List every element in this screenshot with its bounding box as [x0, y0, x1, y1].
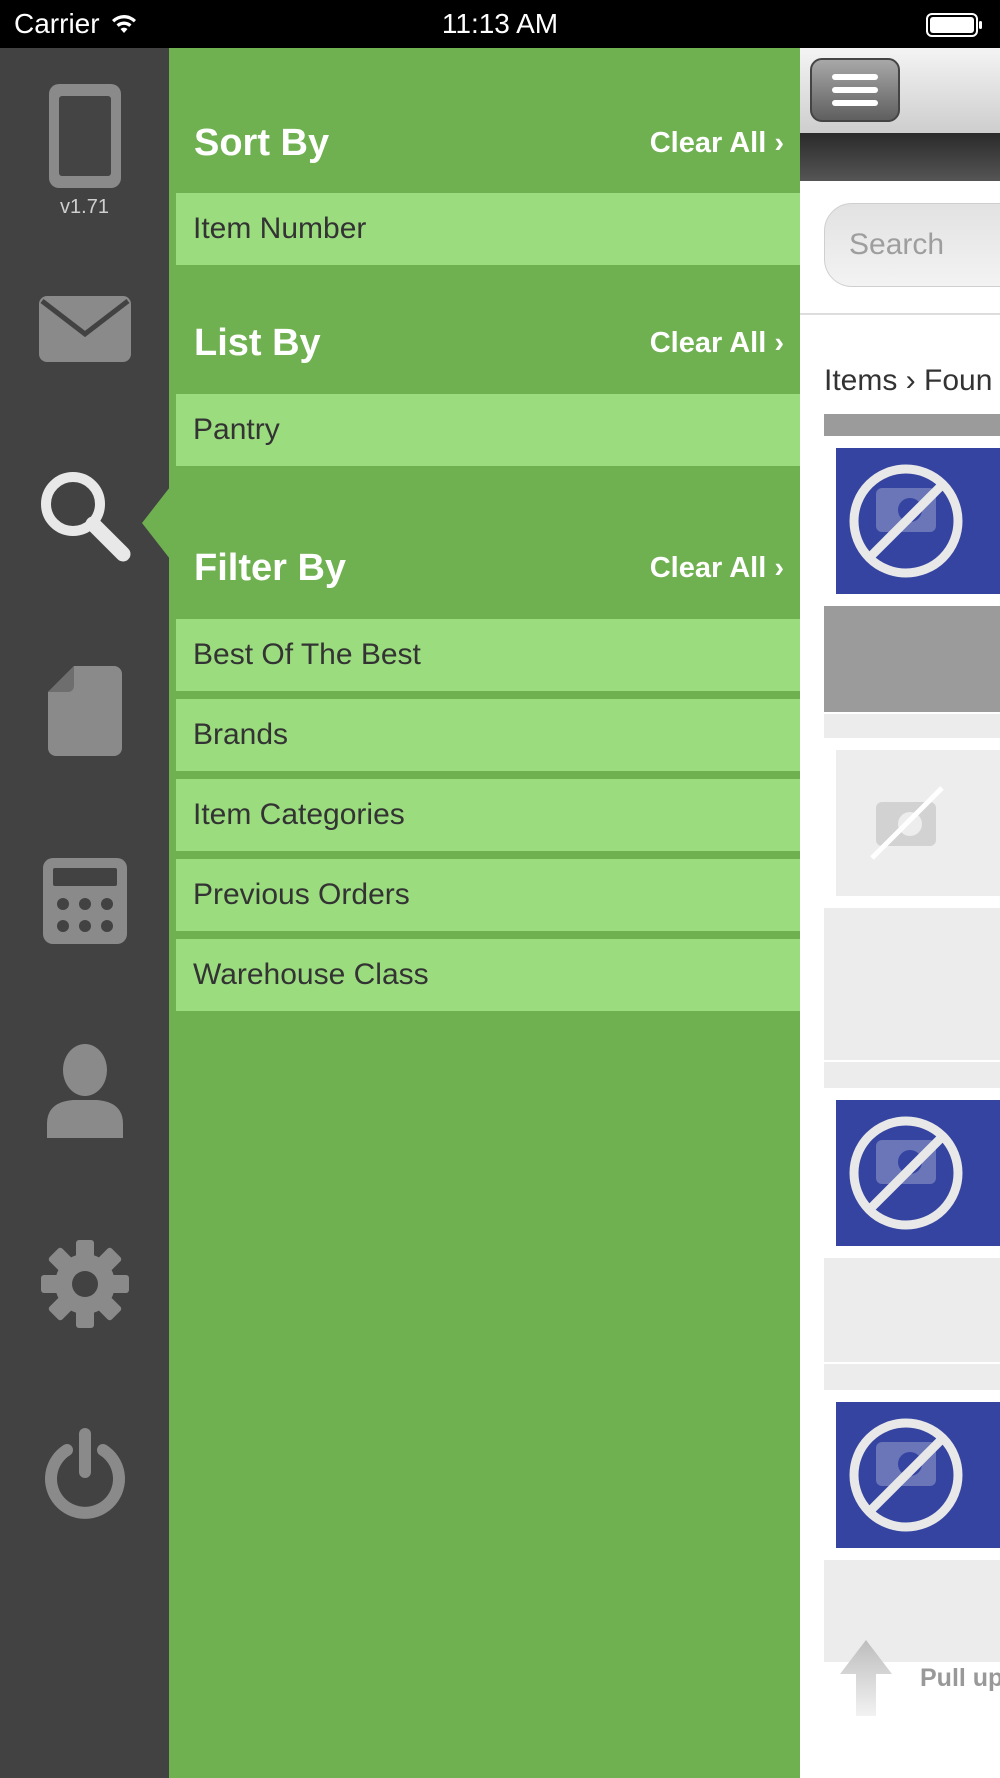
hamburger-line	[832, 100, 878, 106]
filter-panel: Sort By Clear All › Item Number List By …	[169, 48, 800, 1778]
menu-toggle-button[interactable]	[810, 58, 900, 122]
pull-up-text: Pull up	[920, 1663, 1000, 1692]
clock: 11:13 AM	[441, 8, 559, 39]
filter-option-warehouse-class[interactable]: Warehouse Class	[176, 939, 800, 1011]
list-by-header: List By Clear All ›	[194, 318, 784, 368]
filter-option-best-of-the-best[interactable]: Best Of The Best	[176, 619, 800, 691]
filter-by-title: Filter By	[194, 546, 347, 589]
hamburger-line	[832, 87, 878, 93]
battery-icon	[926, 13, 982, 37]
hamburger-line	[832, 74, 878, 80]
document-icon	[47, 666, 122, 756]
documents-button[interactable]	[0, 666, 169, 756]
settings-button[interactable]	[0, 1240, 169, 1328]
up-arrow-icon	[840, 1640, 892, 1716]
filter-by-header: Filter By Clear All ›	[194, 543, 784, 593]
filter-option-brands[interactable]: Brands	[176, 699, 800, 771]
filter-clear-all-link[interactable]: Clear All ›	[650, 552, 784, 585]
no-image-icon	[824, 1088, 1000, 1258]
list-option-pantry[interactable]: Pantry	[176, 394, 800, 466]
device-info-button[interactable]: v1.71	[0, 82, 169, 219]
icon-rail: v1.71	[0, 48, 169, 1778]
tablet-icon	[48, 84, 121, 188]
search-icon	[40, 472, 130, 562]
sort-option-item-number[interactable]: Item Number	[176, 193, 800, 265]
list-clear-all-link[interactable]: Clear All ›	[650, 327, 784, 360]
power-icon	[44, 1428, 125, 1519]
sort-clear-all-link[interactable]: Clear All ›	[650, 127, 784, 160]
pull-up-hint: Pull up	[840, 1640, 1000, 1716]
filter-option-item-categories[interactable]: Item Categories	[176, 779, 800, 851]
status-bar: Carrier 11:13 AM	[0, 0, 1000, 48]
user-icon	[46, 1044, 123, 1138]
breadcrumb: Items › Foun	[824, 364, 993, 397]
calculator-icon	[42, 858, 127, 944]
main-content: Search Items › Foun Pull up	[800, 48, 1000, 1778]
messages-button[interactable]	[0, 296, 169, 362]
calculator-button[interactable]	[0, 858, 169, 944]
selected-indicator	[142, 487, 170, 559]
no-image-icon	[824, 1390, 1000, 1560]
gear-icon	[40, 1240, 129, 1328]
search-input[interactable]: Search	[824, 203, 1000, 287]
app-version: v1.71	[60, 196, 109, 218]
profile-button[interactable]	[0, 1044, 169, 1138]
logout-button[interactable]	[0, 1428, 169, 1520]
list-by-title: List By	[194, 321, 321, 364]
placeholder-image-icon	[824, 738, 1000, 908]
search-bar: Search	[800, 181, 1000, 315]
no-image-icon	[824, 436, 1000, 606]
envelope-icon	[38, 296, 131, 362]
toolbar-shade	[800, 133, 1000, 181]
filter-option-previous-orders[interactable]: Previous Orders	[176, 859, 800, 931]
sort-by-title: Sort By	[194, 121, 330, 164]
sort-by-header: Sort By Clear All ›	[194, 118, 784, 168]
